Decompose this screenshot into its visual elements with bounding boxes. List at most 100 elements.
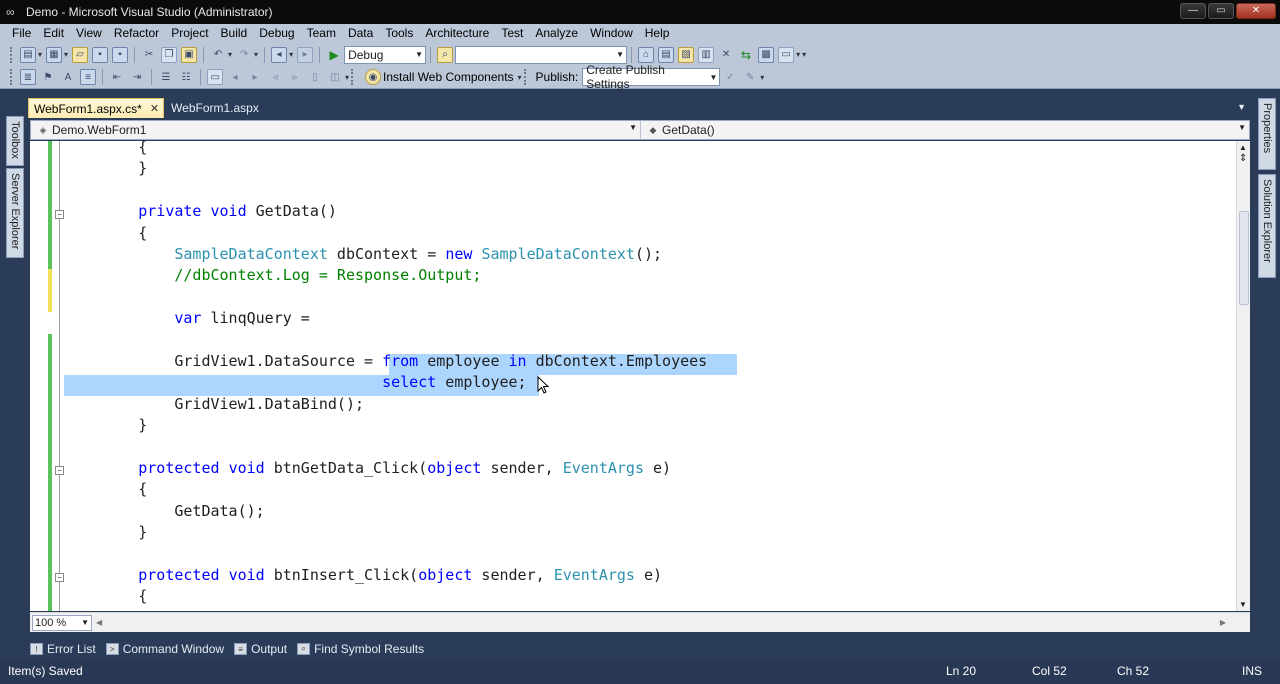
menu-tools[interactable]: Tools <box>379 24 419 43</box>
solution-configuration-select[interactable]: Debug ▼ <box>344 45 427 64</box>
install-web-components-button[interactable]: ◉ Install Web Components <box>363 69 514 85</box>
zoom-select[interactable]: 100 % ▼ <box>32 614 92 631</box>
code-editor[interactable]: − − − { } private void GetData() { Sampl… <box>30 141 1250 611</box>
toolbox-tab[interactable]: Toolbox <box>6 116 24 166</box>
properties-tab[interactable]: Properties <box>1258 98 1276 170</box>
collapse-region-icon[interactable]: − <box>55 466 64 475</box>
menu-help[interactable]: Help <box>639 24 676 43</box>
scroll-up-icon[interactable]: ▲ <box>1239 143 1247 152</box>
toggle-bookmark-icon[interactable]: ▭ <box>207 69 223 85</box>
scroll-right-icon[interactable]: ▶ <box>1220 618 1226 627</box>
tab-error-list[interactable]: ! Error List <box>28 642 98 656</box>
menu-refactor[interactable]: Refactor <box>108 24 165 43</box>
toolbar-grip[interactable] <box>523 69 528 85</box>
next-bookmark-folder-icon[interactable]: ▹ <box>287 69 303 85</box>
tab-output[interactable]: ≡ Output <box>232 642 289 656</box>
toolbar-grip[interactable] <box>10 46 14 63</box>
server-explorer-tab[interactable]: Server Explorer <box>6 168 24 258</box>
scrollbar-thumb[interactable] <box>1239 211 1249 305</box>
menu-architecture[interactable]: Architecture <box>419 24 495 43</box>
properties-window-icon[interactable]: ▤ <box>658 46 675 63</box>
toolbar-options-icon[interactable]: ▾ <box>802 50 806 59</box>
cut-icon[interactable]: ✂ <box>141 47 157 63</box>
collapse-region-icon[interactable]: − <box>55 573 64 582</box>
type-scope-select[interactable]: ◈ Demo.WebForm1 ▼ <box>31 121 641 139</box>
menu-analyze[interactable]: Analyze <box>529 24 584 43</box>
menu-team[interactable]: Team <box>301 24 342 43</box>
publish-settings-select[interactable]: Create Publish Settings ▼ <box>582 63 721 91</box>
team-explorer-icon[interactable]: ▩ <box>758 46 775 63</box>
save-icon[interactable]: ▪ <box>92 46 109 63</box>
tab-command-window[interactable]: > Command Window <box>104 642 226 656</box>
redo-icon[interactable]: ↷ <box>236 47 252 63</box>
maximize-button[interactable]: ▭ <box>1208 3 1234 19</box>
vertical-scrollbar[interactable]: ▲ ⇕ ▼ <box>1236 141 1250 611</box>
increase-indent-icon[interactable]: ⇥ <box>129 69 145 85</box>
uncomment-lines-icon[interactable]: ☷ <box>178 69 194 85</box>
member-scope-select[interactable]: ◆ GetData() ▼ <box>641 121 1249 139</box>
navigate-backward-dropdown-icon[interactable]: ▾ <box>289 50 293 59</box>
collapse-region-icon[interactable]: − <box>55 210 64 219</box>
tab-find-symbol-results[interactable]: ⌕ Find Symbol Results <box>295 642 426 656</box>
find-combo[interactable]: ▼ <box>455 45 628 64</box>
close-button[interactable]: ✕ <box>1236 3 1276 19</box>
tab-webform1-aspx-cs[interactable]: WebForm1.aspx.cs* ✕ <box>28 98 165 118</box>
menu-view[interactable]: View <box>70 24 108 43</box>
scroll-down-icon[interactable]: ▼ <box>1239 600 1247 609</box>
menu-debug[interactable]: Debug <box>253 24 300 43</box>
tab-webform1-aspx[interactable]: WebForm1.aspx <box>166 98 263 118</box>
toolbar-options-icon[interactable]: ▾ <box>760 73 764 82</box>
menu-test[interactable]: Test <box>495 24 529 43</box>
toolbar-options-icon[interactable]: ▾ <box>518 73 522 82</box>
toolbar-grip[interactable] <box>351 69 355 85</box>
next-bookmark-icon[interactable]: ▸ <box>247 69 263 85</box>
word-completion-icon[interactable]: ≡ <box>80 69 96 85</box>
toolbox-icon[interactable]: ▥ <box>698 46 715 63</box>
more-tools-dropdown-icon[interactable]: ▾ <box>796 50 800 59</box>
bookmark-options-icon[interactable]: ◫ <box>327 69 343 85</box>
add-item-dropdown-icon[interactable]: ▾ <box>64 50 68 59</box>
add-item-icon[interactable]: ▦ <box>46 46 63 63</box>
menu-project[interactable]: Project <box>165 24 214 43</box>
solution-explorer-tab[interactable]: Solution Explorer <box>1258 174 1276 278</box>
navigate-backward-icon[interactable]: ◂ <box>271 46 288 63</box>
object-browser-icon[interactable]: ▧ <box>678 46 695 63</box>
class-view-icon[interactable]: ✕ <box>718 47 734 63</box>
decrease-indent-icon[interactable]: ⇤ <box>109 69 125 85</box>
menu-edit[interactable]: Edit <box>37 24 70 43</box>
find-in-files-icon[interactable]: ⌕ <box>437 46 454 63</box>
format-document-icon[interactable]: ≣ <box>20 69 36 85</box>
menu-file[interactable]: File <box>6 24 37 43</box>
menu-build[interactable]: Build <box>215 24 254 43</box>
quick-info-icon[interactable]: ⚑ <box>40 69 56 85</box>
toolbar-grip[interactable] <box>10 69 14 85</box>
undo-icon[interactable]: ↶ <box>210 47 226 63</box>
start-page-icon[interactable]: ⇆ <box>738 47 754 63</box>
previous-bookmark-icon[interactable]: ◂ <box>227 69 243 85</box>
menu-window[interactable]: Window <box>584 24 639 43</box>
start-debugging-icon[interactable]: ▶ <box>326 47 342 63</box>
minimize-button[interactable]: — <box>1180 3 1206 19</box>
undo-dropdown-icon[interactable]: ▾ <box>228 50 232 59</box>
close-tab-icon[interactable]: ✕ <box>150 102 159 115</box>
toolbar-options-icon[interactable]: ▾ <box>345 73 349 82</box>
comment-lines-icon[interactable]: ☰ <box>158 69 174 85</box>
tab-list-dropdown-icon[interactable]: ▼ <box>1237 102 1246 112</box>
open-file-icon[interactable]: ▱ <box>72 46 89 63</box>
copy-icon[interactable]: ❐ <box>161 46 178 63</box>
navigate-forward-icon[interactable]: ▸ <box>297 46 314 63</box>
menu-data[interactable]: Data <box>342 24 379 43</box>
clear-bookmarks-icon[interactable]: ▯ <box>307 69 323 85</box>
save-all-icon[interactable]: ▪ <box>112 46 129 63</box>
new-project-icon[interactable]: ▤ <box>20 46 36 63</box>
scroll-left-icon[interactable]: ◀ <box>96 618 102 627</box>
solution-explorer-icon[interactable]: ⌂ <box>638 46 655 63</box>
redo-dropdown-icon[interactable]: ▾ <box>254 50 258 59</box>
previous-bookmark-folder-icon[interactable]: ◃ <box>267 69 283 85</box>
parameter-info-icon[interactable]: A <box>60 69 76 85</box>
new-project-dropdown-icon[interactable]: ▾ <box>38 50 42 59</box>
publish-options-icon[interactable]: ✎ <box>742 69 758 85</box>
split-editor-icon[interactable]: ⇕ <box>1239 153 1247 164</box>
server-explorer-icon[interactable]: ▭ <box>778 46 795 63</box>
paste-icon[interactable]: ▣ <box>181 46 198 63</box>
